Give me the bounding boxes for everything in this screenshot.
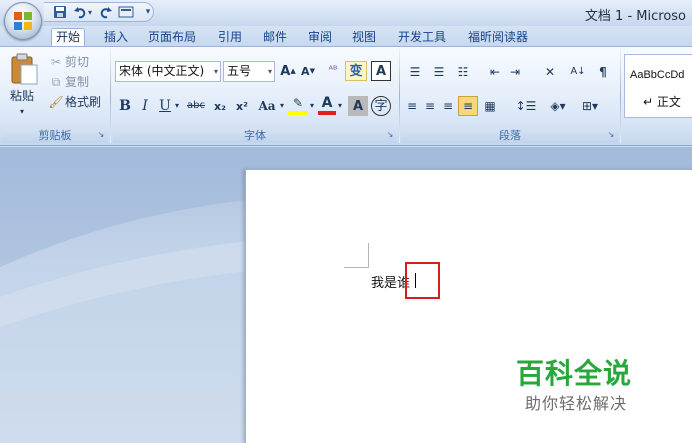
save-icon[interactable] [52,5,68,20]
font-size-value: 五号 [227,64,252,78]
copy-icon[interactable]: ⧉ [48,74,64,90]
clear-formatting-icon[interactable]: ᴬᴮ [323,61,343,81]
format-painter-icon[interactable]: 🖌 [48,94,64,110]
divider [620,49,621,143]
font-color-dropdown-icon[interactable]: ▾ [336,99,344,113]
tab-foxit-reader[interactable]: 福昕阅读器 [464,29,532,46]
bold-icon[interactable]: B [117,97,133,115]
phonetic-guide-icon[interactable]: 变 [345,61,367,81]
font-color-icon[interactable]: A [318,95,336,115]
crop-mark [368,243,369,268]
enclose-characters-icon[interactable]: 字 [371,96,391,116]
font-group-label: 字体 [113,128,397,143]
distributed-icon[interactable]: ▦ [482,97,498,115]
superscript-icon[interactable]: x² [233,97,251,115]
paste-dropdown-icon[interactable]: ▾ [20,103,24,121]
align-center-icon[interactable]: ≡ [422,97,438,115]
change-case-dropdown-icon[interactable]: ▾ [278,99,286,113]
increase-indent-icon[interactable]: ⇥ [506,63,524,81]
shading-icon[interactable]: ◈▾ [544,97,572,115]
tab-developer[interactable]: 开发工具 [394,29,450,46]
paste-icon[interactable] [8,53,40,85]
tab-references[interactable]: 引用 [214,29,246,46]
numbering-icon[interactable]: ☰ [428,63,450,81]
quick-style-normal[interactable]: AaBbCcDd ↵ 正文 [624,54,692,118]
tab-insert[interactable]: 插入 [100,29,132,46]
undo-dropdown-icon[interactable]: ▾ [86,5,94,20]
window-title: 文档 1 - Microso [584,9,686,24]
italic-icon[interactable]: I [137,97,153,115]
change-case-icon[interactable]: Aa [256,97,278,115]
watermark-title: 百科全说 [516,357,633,390]
strikethrough-icon[interactable]: abc [184,97,208,115]
grow-font-icon[interactable]: A ▲ [279,62,297,80]
chinese-layout-icon[interactable]: ✕ [537,62,563,82]
tab-page-layout[interactable]: 页面布局 [144,29,200,46]
crop-mark [344,267,369,268]
bullets-icon[interactable]: ☰ [404,63,426,81]
style-name-label: ↵ 正文 [643,95,681,109]
shrink-font-icon[interactable]: A ▼ [299,62,317,80]
highlight-dropdown-icon[interactable]: ▾ [308,99,316,113]
cut-button[interactable]: 剪切 [65,53,89,71]
clipboard-launcher-icon[interactable]: ↘ [96,130,106,140]
line-spacing-icon[interactable]: ↕☰ [512,97,540,115]
font-launcher-icon[interactable]: ↘ [385,130,395,140]
borders-icon[interactable]: ⊞▾ [576,97,604,115]
annotation-highlight-box [405,262,440,299]
subscript-icon[interactable]: x₂ [211,97,229,115]
divider [110,49,111,143]
copy-button[interactable]: 复制 [65,73,89,91]
paragraph-group-label: 段落 [402,128,618,143]
character-border-icon[interactable]: A [371,61,391,81]
office-button[interactable] [4,2,42,40]
highlight-color-icon[interactable]: ✎ [288,95,308,115]
tab-mailings[interactable]: 邮件 [259,29,291,46]
font-name-dropdown[interactable]: 宋体 (中文正文) ▾ [115,61,221,82]
align-left-icon[interactable]: ≡ [404,97,420,115]
office-logo-icon [14,12,32,30]
underline-icon[interactable]: U [157,97,173,115]
sort-icon[interactable]: A↓ [568,62,588,82]
chevron-down-icon: ▾ [213,67,218,76]
title-bar: ▾ ▾ 文档 1 - Microso [0,0,692,26]
align-right-icon[interactable]: ≡ [440,97,456,115]
redo-icon[interactable] [98,5,114,20]
tab-home[interactable]: 开始 [51,28,86,46]
customize-qat-icon[interactable]: ▾ [140,5,156,20]
clipboard-group-label: 剪贴板 [3,128,107,143]
divider [399,49,400,143]
chevron-down-icon: ▾ [267,67,272,76]
show-formatting-marks-icon[interactable]: ¶ [594,62,612,82]
watermark-subtitle: 助你轻松解决 [525,394,628,413]
tab-review[interactable]: 审阅 [304,29,336,46]
style-preview-text: AaBbCcDd [630,69,685,81]
tab-view[interactable]: 视图 [348,29,380,46]
character-shading-icon[interactable]: A [348,96,368,116]
cut-icon[interactable]: ✂ [48,54,64,70]
format-painter-button[interactable]: 格式刷 [65,93,101,111]
font-name-value: 宋体 (中文正文) [119,64,205,78]
quick-access-toolbar: ▾ ▾ [44,2,154,22]
decrease-indent-icon[interactable]: ⇤ [486,63,504,81]
multilevel-list-icon[interactable]: ☷ [452,63,474,81]
underline-dropdown-icon[interactable]: ▾ [173,99,181,113]
ribbon-tabs: 开始 插入 页面布局 引用 邮件 审阅 视图 开发工具 福昕阅读器 [0,26,692,46]
ribbon: 粘贴 ▾ ✂ 剪切 ⧉ 复制 🖌 格式刷 剪贴板 ↘ 宋体 (中文正文) ▾ 五… [0,46,692,146]
paragraph-launcher-icon[interactable]: ↘ [606,130,616,140]
justify-icon[interactable]: ≡ [458,96,478,116]
print-preview-icon[interactable] [118,5,134,20]
font-size-dropdown[interactable]: 五号 ▾ [223,61,275,82]
